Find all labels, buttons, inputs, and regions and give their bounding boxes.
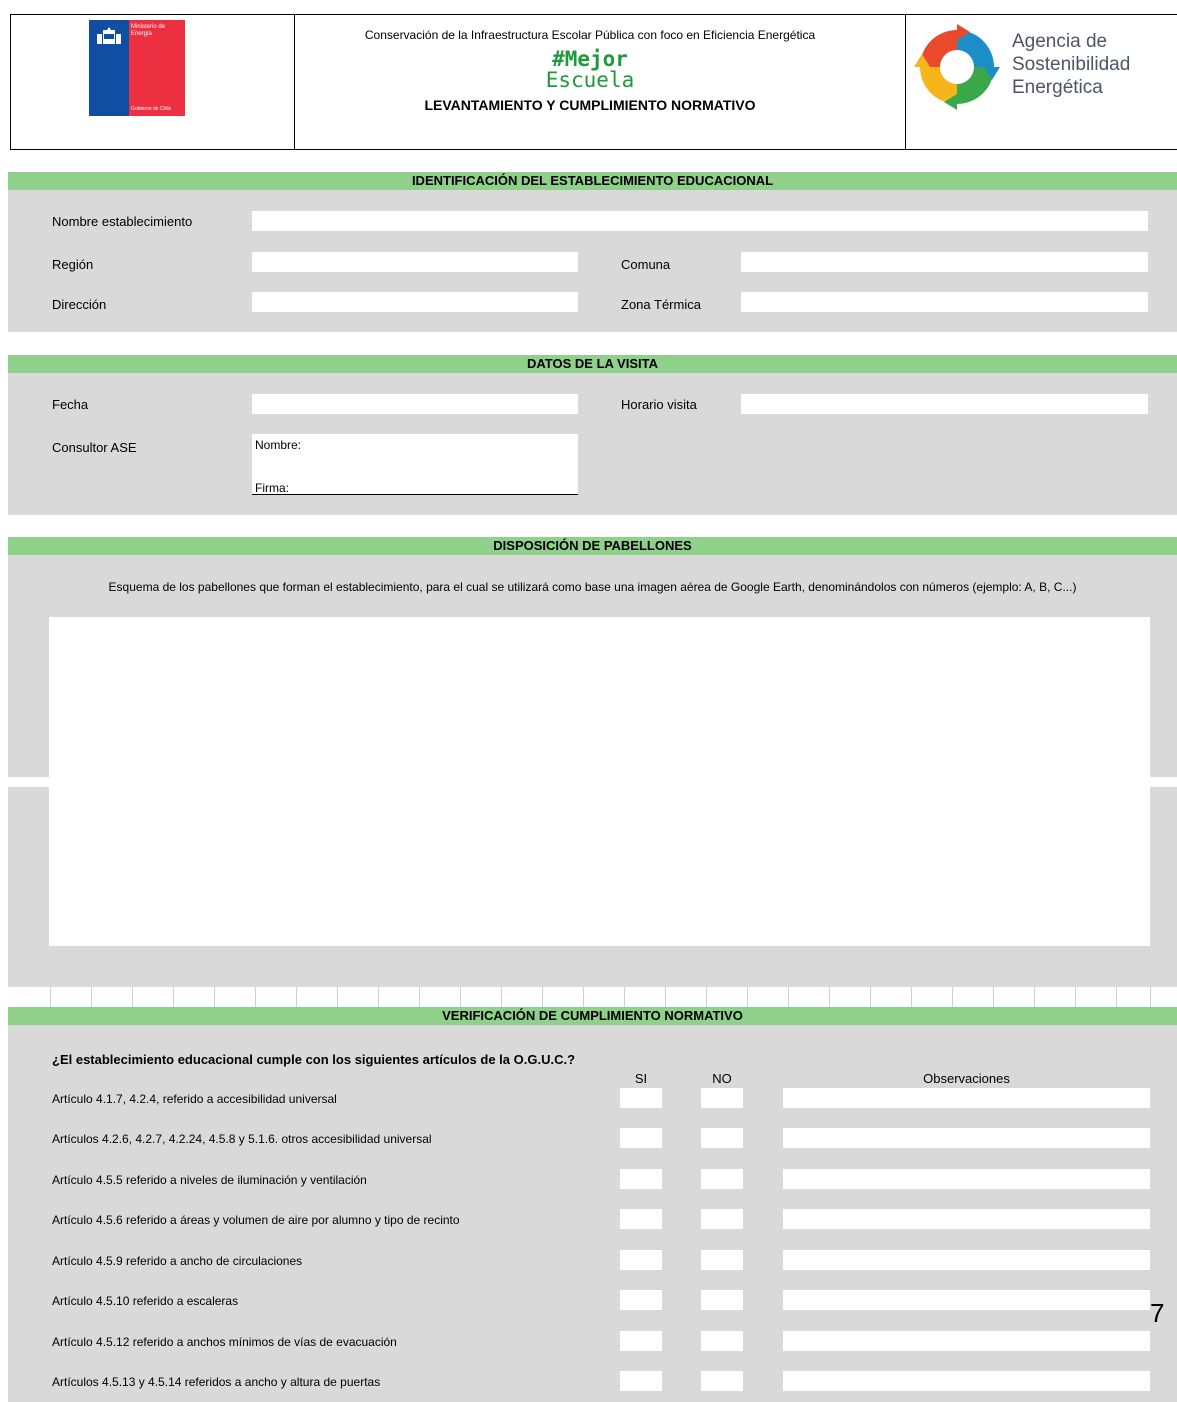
article-row-label: Artículo 4.5.6 referido a áreas y volume… xyxy=(52,1213,460,1227)
label-comuna: Comuna xyxy=(621,257,671,272)
article-row-label: Artículos 4.2.6, 4.2.7, 4.2.24, 4.5.8 y … xyxy=(52,1132,432,1146)
no-checkbox[interactable] xyxy=(701,1128,743,1148)
column-header-no: NO xyxy=(712,1071,732,1086)
si-checkbox[interactable] xyxy=(620,1371,662,1391)
observaciones-field[interactable] xyxy=(783,1250,1150,1270)
page-number: 7 xyxy=(1150,1298,1165,1328)
document-title: LEVANTAMIENTO Y CUMPLIMIENTO NORMATIVO xyxy=(424,97,756,113)
region-field[interactable] xyxy=(252,252,578,272)
pabellones-sketch-area[interactable] xyxy=(49,617,1150,946)
column-header-observaciones: Observaciones xyxy=(923,1071,1010,1086)
section-title-verificacion: VERIFICACIÓN DE CUMPLIMIENTO NORMATIVO xyxy=(442,1008,743,1023)
verificacion-question: ¿El establecimiento educacional cumple c… xyxy=(52,1052,576,1067)
gobierno-de-chile-logo: Ministerio de Energía Gobierno de Chile xyxy=(89,20,185,116)
observaciones-field[interactable] xyxy=(783,1209,1150,1229)
section-band-visita: DATOS DE LA VISITA xyxy=(8,355,1177,373)
article-row-label: Artículo 4.5.10 referido a escaleras xyxy=(52,1294,239,1308)
label-horario-visita: Horario visita xyxy=(621,397,697,412)
article-row-label: Artículo 4.5.12 referido a anchos mínimo… xyxy=(52,1335,397,1349)
no-checkbox[interactable] xyxy=(701,1290,743,1310)
label-direccion: Dirección xyxy=(52,297,107,312)
no-checkbox[interactable] xyxy=(701,1371,743,1391)
brand-mejor: #Mejor xyxy=(552,47,628,71)
si-checkbox[interactable] xyxy=(620,1169,662,1189)
label-zona-termica: Zona Térmica xyxy=(621,297,701,312)
si-checkbox[interactable] xyxy=(620,1290,662,1310)
si-checkbox[interactable] xyxy=(620,1331,662,1351)
zona-termica-field[interactable] xyxy=(741,292,1148,312)
article-row-label: Artículos 4.5.13 y 4.5.14 referidos a an… xyxy=(52,1375,381,1389)
section-band-verificacion: VERIFICACIÓN DE CUMPLIMIENTO NORMATIVO xyxy=(8,1007,1177,1025)
agencia-sostenibilidad-logo xyxy=(914,24,1000,110)
observaciones-field[interactable] xyxy=(783,1128,1150,1148)
section-title-visita: DATOS DE LA VISITA xyxy=(527,356,658,371)
section-title-identificacion: IDENTIFICACIÓN DEL ESTABLECIMIENTO EDUCA… xyxy=(411,173,774,188)
brand-escuela: Escuela xyxy=(545,68,635,92)
article-row-label: Artículo 4.1.7, 4.2.4, referido a accesi… xyxy=(52,1092,337,1106)
comuna-field[interactable] xyxy=(741,252,1148,272)
no-checkbox[interactable] xyxy=(701,1088,743,1108)
label-consultor-ase: Consultor ASE xyxy=(52,440,137,455)
direccion-field[interactable] xyxy=(252,292,578,312)
section-title-pabellones: DISPOSICIÓN DE PABELLONES xyxy=(493,538,692,553)
observaciones-field[interactable] xyxy=(783,1371,1150,1391)
observaciones-field[interactable] xyxy=(783,1331,1150,1351)
coat-of-arms-icon xyxy=(97,27,121,44)
horario-visita-field[interactable] xyxy=(741,394,1148,414)
column-header-si: SI xyxy=(634,1071,648,1086)
label-firma: Firma: xyxy=(255,481,289,495)
nombre-establecimiento-field[interactable] xyxy=(252,211,1148,231)
label-region: Región xyxy=(52,257,94,272)
header-subtitle: Conservación de la Infraestructura Escol… xyxy=(364,28,816,42)
label-nombre: Nombre: xyxy=(255,438,302,452)
si-checkbox[interactable] xyxy=(620,1209,662,1229)
no-checkbox[interactable] xyxy=(701,1331,743,1351)
agency-name: Agencia de Sostenibilidad Energética xyxy=(1012,31,1131,98)
fecha-field[interactable] xyxy=(252,394,578,414)
observaciones-field[interactable] xyxy=(783,1088,1150,1108)
si-checkbox[interactable] xyxy=(620,1088,662,1108)
si-checkbox[interactable] xyxy=(620,1250,662,1270)
no-checkbox[interactable] xyxy=(701,1169,743,1189)
article-row-label: Artículo 4.5.9 referido a ancho de circu… xyxy=(52,1254,303,1268)
pabellones-description: Esquema de los pabellones que forman el … xyxy=(108,580,1077,594)
observaciones-field[interactable] xyxy=(783,1290,1150,1310)
section-band-pabellones: DISPOSICIÓN DE PABELLONES xyxy=(8,537,1177,555)
article-row-label: Artículo 4.5.5 referido a niveles de ilu… xyxy=(52,1173,367,1187)
no-checkbox[interactable] xyxy=(701,1250,743,1270)
label-fecha: Fecha xyxy=(52,397,89,412)
section-band-identificacion: IDENTIFICACIÓN DEL ESTABLECIMIENTO EDUCA… xyxy=(8,172,1177,190)
si-checkbox[interactable] xyxy=(620,1128,662,1148)
no-checkbox[interactable] xyxy=(701,1209,743,1229)
observaciones-field[interactable] xyxy=(783,1169,1150,1189)
label-nombre-establecimiento: Nombre establecimiento xyxy=(52,214,193,229)
